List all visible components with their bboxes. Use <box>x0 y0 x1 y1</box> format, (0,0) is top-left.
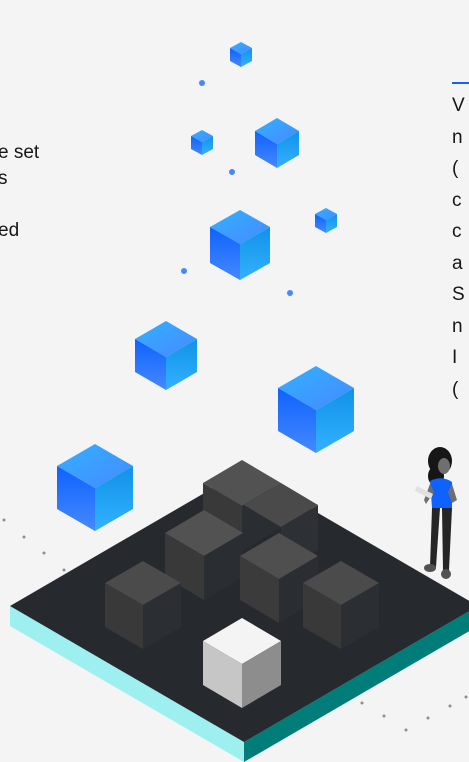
cube-large-2 <box>278 366 354 453</box>
small-cube-2 <box>191 130 213 155</box>
small-cube-1 <box>230 42 252 67</box>
dotted-trail-left <box>2 518 66 572</box>
cube-medium-2 <box>210 210 270 280</box>
dotted-trail-right <box>360 695 468 732</box>
small-cube-3 <box>315 208 337 233</box>
cube-large-3 <box>57 444 133 531</box>
cube-large-1 <box>135 321 197 390</box>
cube-medium-1 <box>255 118 299 168</box>
cube-platform-illustration <box>2 8 469 762</box>
person-figure <box>415 447 457 579</box>
